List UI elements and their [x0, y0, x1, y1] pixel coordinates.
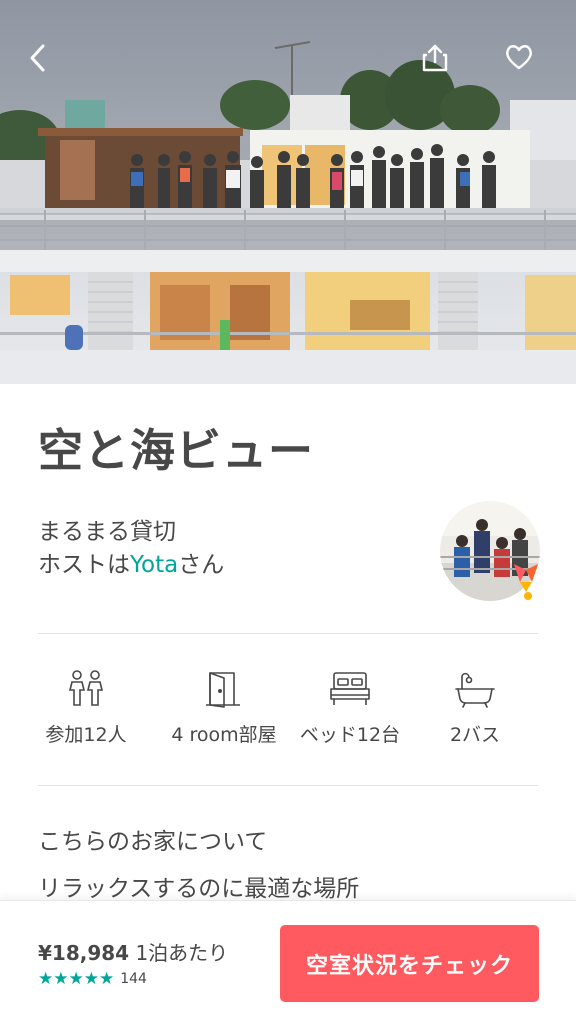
listing-subinfo: まるまる貸切 ホストはYotaさん: [38, 516, 224, 582]
amenity-label: 4 room部屋: [171, 724, 277, 746]
superhost-badge-icon: [510, 560, 546, 600]
bathtub-icon: [455, 672, 495, 708]
amenity-label: ベッド12台: [299, 724, 401, 746]
back-button[interactable]: [26, 43, 70, 87]
hero-photo: [0, 0, 576, 384]
price-amount: ¥18,984: [38, 941, 130, 965]
about-tagline: リラックスするのに最適な場所: [38, 876, 360, 902]
favorite-button[interactable]: [504, 43, 548, 87]
chevron-left-icon: [30, 44, 45, 72]
divider: [38, 785, 538, 786]
host-line: ホストはYotaさん: [38, 549, 224, 582]
price-unit: 1泊あたり: [129, 941, 229, 965]
amenity-guests: 参加12人: [21, 666, 151, 747]
guests-icon: [68, 670, 104, 706]
share-button[interactable]: [421, 43, 465, 87]
host-prefix: ホストは: [38, 552, 130, 578]
check-availability-button[interactable]: 空室状況をチェック: [280, 925, 539, 1002]
door-icon: [206, 672, 240, 708]
amenity-baths: 2バス: [410, 666, 540, 747]
amenity-beds: ベッド12台: [285, 666, 415, 747]
about-heading: こちらのお家について: [38, 829, 268, 855]
host-suffix: さん: [178, 552, 225, 578]
booking-bar: ¥18,984 1泊あたり ★★★★★ 144 空室状況をチェック: [0, 900, 576, 1024]
price-line: ¥18,984 1泊あたり: [38, 937, 228, 966]
host-name-link[interactable]: Yota: [130, 552, 178, 578]
bed-icon: [330, 672, 370, 705]
review-count: 144: [120, 971, 147, 987]
listing-title: 空と海ビュー: [38, 424, 315, 477]
rating[interactable]: ★★★★★ 144: [38, 969, 147, 989]
amenity-label: 2バス: [449, 724, 501, 746]
amenities-row: 参加12人 4 room部屋 ベッド12台 2バス: [38, 666, 538, 756]
listing-photo: [0, 0, 576, 384]
heart-icon: [506, 45, 532, 70]
amenity-rooms: 4 room部屋: [159, 666, 289, 747]
star-rating-icon: ★★★★★: [38, 969, 115, 989]
amenity-label: 参加12人: [45, 724, 127, 746]
listing-type: まるまる貸切: [38, 519, 176, 545]
share-icon: [422, 44, 448, 72]
divider: [38, 633, 538, 634]
